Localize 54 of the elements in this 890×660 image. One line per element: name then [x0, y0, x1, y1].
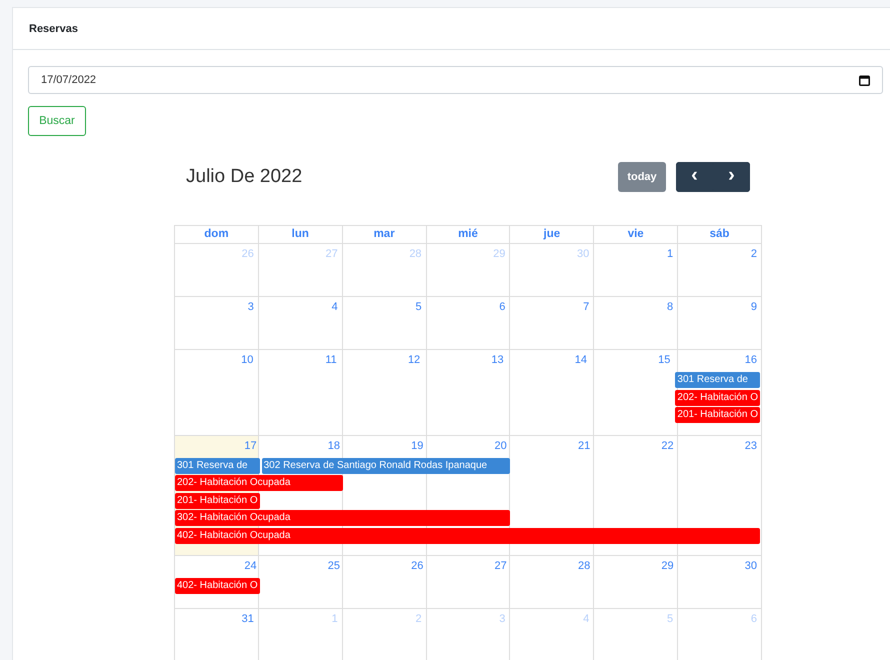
day-number[interactable]: 1 — [667, 244, 678, 266]
day-number[interactable]: 10 — [241, 350, 258, 372]
weekday-header: dom — [174, 226, 258, 243]
calendar-event[interactable]: 201- Habitación O — [175, 492, 260, 508]
calendar-event[interactable]: 302 Reserva de Santiago Ronald Rodas Ipanaque — [262, 458, 510, 474]
calendar-event[interactable]: 402- Habitación Ocupada — [175, 528, 760, 544]
weekday-header: lun — [258, 226, 342, 243]
day-number[interactable]: 25 — [328, 556, 344, 578]
day-number[interactable]: 4 — [332, 297, 342, 319]
day-number[interactable]: 27 — [494, 556, 511, 578]
card-title: Reservas — [29, 23, 78, 35]
calendar-event[interactable]: 402- Habitación O — [175, 578, 260, 594]
day-number[interactable]: 14 — [574, 350, 591, 372]
search-button[interactable]: Buscar — [28, 106, 86, 136]
day-number[interactable]: 11 — [325, 350, 341, 372]
calendar-title: Julio De 2022 — [186, 166, 302, 188]
calendar-event[interactable]: 201- Habitación O — [675, 407, 760, 423]
day-number[interactable]: 19 — [411, 436, 428, 458]
weekday-header: mié — [426, 226, 510, 243]
day-number[interactable]: 30 — [744, 556, 761, 578]
day-number[interactable]: 13 — [491, 350, 508, 372]
day-number[interactable]: 17 — [244, 436, 261, 458]
calendar-event[interactable]: 202- Habitación O — [675, 390, 760, 406]
day-number[interactable]: 12 — [408, 350, 424, 372]
calendar-event[interactable]: 301 Reserva de — [675, 372, 760, 388]
weekday-header: vie — [593, 226, 678, 243]
day-number[interactable]: 20 — [494, 436, 511, 458]
day-number[interactable]: 24 — [244, 556, 261, 578]
day-number[interactable]: 23 — [744, 436, 761, 458]
day-number[interactable]: 5 — [415, 297, 426, 319]
weekday-header: sáb — [677, 226, 761, 243]
day-number[interactable]: 15 — [658, 350, 674, 372]
calendar-event[interactable]: 302- Habitación Ocupada — [175, 510, 510, 526]
day-number[interactable]: 3 — [248, 297, 258, 319]
day-number[interactable]: 16 — [744, 350, 761, 372]
day-number[interactable]: 18 — [328, 436, 344, 458]
day-number[interactable]: 8 — [667, 297, 678, 319]
day-number[interactable]: 2 — [750, 244, 761, 266]
day-number[interactable]: 6 — [499, 297, 510, 319]
weekday-header: jue — [509, 226, 594, 243]
day-number[interactable]: 21 — [578, 436, 594, 458]
day-number[interactable]: 29 — [661, 556, 678, 578]
day-number[interactable]: 31 — [242, 609, 258, 631]
weekday-header: mar — [342, 226, 426, 243]
calendar-icon[interactable] — [859, 74, 870, 86]
day-number[interactable]: 9 — [750, 297, 761, 319]
day-number[interactable]: 7 — [583, 297, 594, 319]
today-button[interactable]: today — [618, 162, 666, 192]
calendar-event[interactable]: 202- Habitación Ocupada — [175, 475, 343, 491]
day-number[interactable]: 26 — [411, 556, 428, 578]
day-number[interactable]: 22 — [661, 436, 678, 458]
calendar-event[interactable]: 301 Reserva de — [175, 458, 260, 474]
day-number[interactable]: 28 — [578, 556, 594, 578]
date-field[interactable]: 17/07/2022 — [28, 66, 883, 94]
